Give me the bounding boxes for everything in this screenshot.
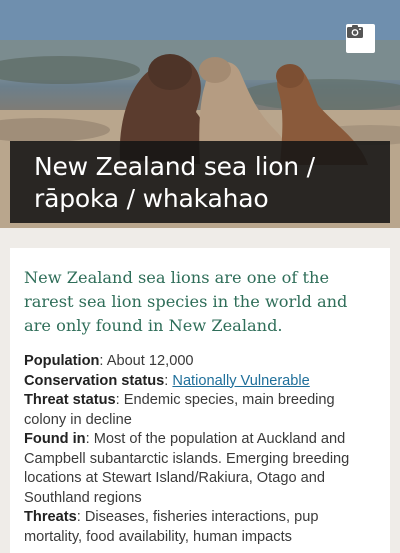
intro-text: New Zealand sea lions are one of the rar… [24,268,348,335]
camera-icon [347,25,363,38]
page-title: New Zealand sea lion / rāpoka / whakahao [34,151,376,215]
fact-label: Population [24,353,100,369]
fact-population: Population: About 12,000 [24,353,194,369]
facts-list: Population: About 12,000 Conservation st… [24,352,376,547]
fact-label: Found in [24,431,86,447]
fact-value: About 12,000 [106,353,194,369]
camera-button[interactable] [346,24,375,53]
fact-label: Threats [24,509,77,525]
page-title-line1: New Zealand sea lion / [34,152,315,181]
fact-found-in: Found in: Most of the population at Auck… [24,431,350,506]
fact-conservation-status: Conservation status: Nationally Vulnerab… [24,372,310,389]
title-overlay: New Zealand sea lion / rāpoka / whakahao [10,141,390,223]
page: New Zealand sea lion / rāpoka / whakahao… [0,0,400,553]
conservation-status-link[interactable]: Nationally Vulnerable [172,373,309,389]
hero-image: New Zealand sea lion / rāpoka / whakahao [0,0,400,228]
fact-label: Conservation status [24,372,165,389]
content-card: New Zealand sea lions are one of the rar… [10,248,390,553]
page-title-line2: rāpoka / whakahao [34,184,269,213]
fact-label: Threat status [24,392,116,408]
fact-threat-status: Threat status: Endemic species, main bre… [24,392,335,428]
fact-threats: Threats: Diseases, fisheries interaction… [24,509,319,545]
